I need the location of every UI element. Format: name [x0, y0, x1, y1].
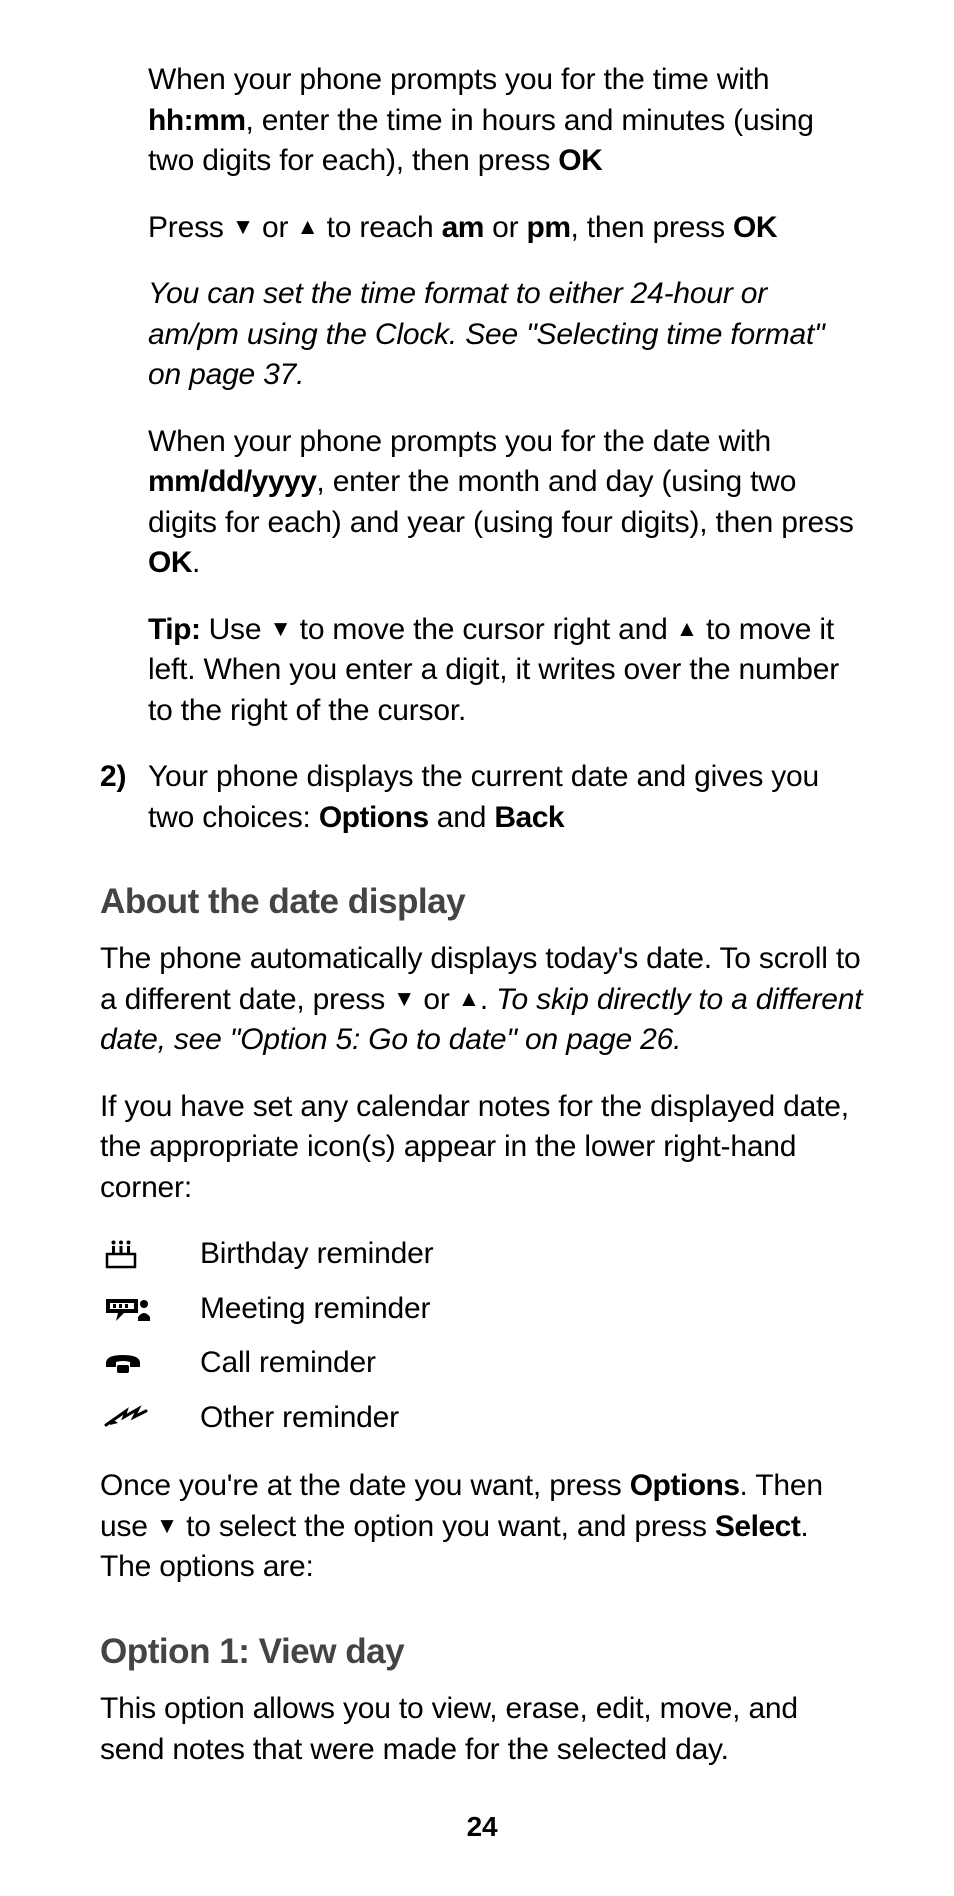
paragraph-date-prompt: When your phone prompts you for the date…: [148, 422, 864, 584]
meeting-icon: [104, 1295, 152, 1323]
text: When your phone prompts you for the time…: [148, 63, 769, 96]
list-item: Other reminder: [100, 1398, 864, 1439]
text: .: [480, 983, 496, 1016]
text: to select the option you want, and press: [178, 1510, 715, 1543]
other-icon: [104, 1405, 148, 1431]
text: Once you're at the date you want, press: [100, 1469, 630, 1502]
text: and: [429, 801, 495, 834]
text: .: [192, 546, 200, 579]
text: Use: [200, 613, 269, 646]
text: When your phone prompts you for the date…: [148, 425, 771, 458]
page-number: 24: [100, 1808, 864, 1846]
down-triangle-icon: ▼: [156, 1511, 178, 1541]
up-triangle-icon: ▲: [676, 614, 698, 644]
down-triangle-icon: ▼: [269, 614, 291, 644]
label-options: Options: [319, 801, 429, 834]
paragraph-view-day: This option allows you to view, erase, e…: [100, 1689, 864, 1770]
paragraph-date-display: The phone automatically displays today's…: [100, 939, 864, 1061]
label-ok: OK: [733, 211, 777, 244]
text: or: [484, 211, 527, 244]
label-am: am: [442, 211, 484, 244]
reminder-icon-list: Birthday reminder Meeting reminder Call …: [100, 1234, 864, 1438]
paragraph-calendar-notes: If you have set any calendar notes for t…: [100, 1087, 864, 1209]
label-ok: OK: [148, 546, 192, 579]
label-tip: Tip:: [148, 613, 200, 646]
paragraph-tip: Tip: Use ▼ to move the cursor right and …: [148, 610, 864, 732]
label-mmddyyyy: mm/dd/yyyy: [148, 465, 316, 498]
call-icon: [104, 1353, 142, 1375]
up-triangle-icon: ▲: [296, 212, 318, 242]
label-options: Options: [630, 1469, 740, 1502]
paragraph-options-select: Once you're at the date you want, press …: [100, 1466, 864, 1588]
text: or: [415, 983, 458, 1016]
up-triangle-icon: ▲: [458, 984, 480, 1014]
heading-option-1: Option 1: View day: [100, 1628, 864, 1675]
label-hhmm: hh:mm: [148, 104, 246, 137]
down-triangle-icon: ▼: [232, 212, 254, 242]
list-item: Call reminder: [100, 1343, 864, 1384]
icon-label-call: Call reminder: [200, 1343, 376, 1384]
step-number: 2): [100, 757, 148, 838]
down-triangle-icon: ▼: [393, 984, 415, 1014]
text: to move the cursor right and: [292, 613, 676, 646]
heading-about-date-display: About the date display: [100, 878, 864, 925]
step-text: Your phone displays the current date and…: [148, 757, 864, 838]
text: or: [254, 211, 297, 244]
icon-label-other: Other reminder: [200, 1398, 399, 1439]
label-back: Back: [494, 801, 564, 834]
paragraph-ampm: Press ▼ or ▲ to reach am or pm, then pre…: [148, 208, 864, 249]
paragraph-time-format-note: You can set the time format to either 24…: [148, 274, 864, 396]
icon-label-birthday: Birthday reminder: [200, 1234, 433, 1275]
text: , enter the time in hours and minutes (u…: [148, 104, 814, 178]
text: , then press: [571, 211, 734, 244]
birthday-icon: [104, 1240, 138, 1270]
label-select: Select: [715, 1510, 800, 1543]
step-2: 2) Your phone displays the current date …: [100, 757, 864, 838]
text: Press: [148, 211, 232, 244]
text: to reach: [319, 211, 442, 244]
list-item: Birthday reminder: [100, 1234, 864, 1275]
icon-label-meeting: Meeting reminder: [200, 1289, 430, 1330]
label-pm: pm: [527, 211, 571, 244]
list-item: Meeting reminder: [100, 1289, 864, 1330]
paragraph-time-prompt: When your phone prompts you for the time…: [148, 60, 864, 182]
label-ok: OK: [558, 144, 602, 177]
